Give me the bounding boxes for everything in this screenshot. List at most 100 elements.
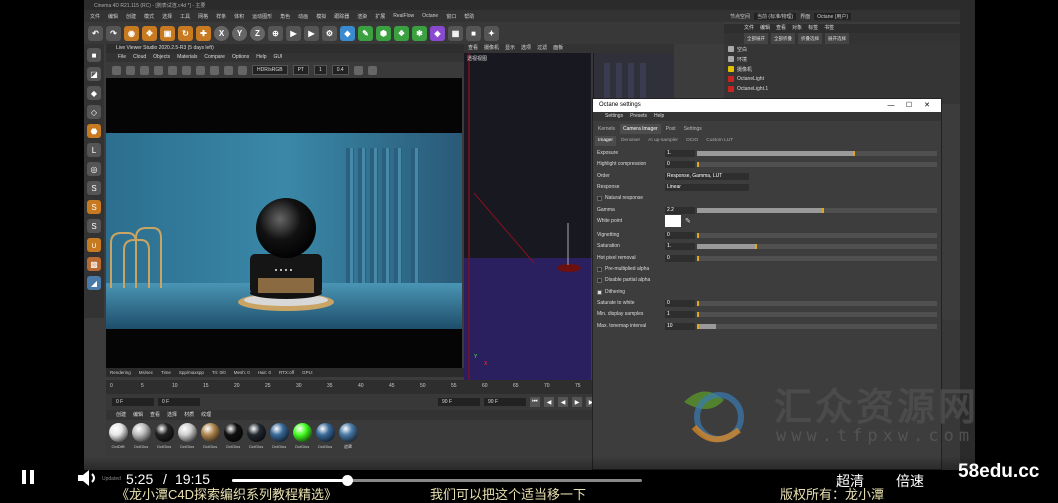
material-item[interactable]: OctGlos <box>292 420 312 456</box>
object-tab-0[interactable]: 全部展开 <box>744 33 768 44</box>
pause-button[interactable] <box>20 467 36 489</box>
object-tab-3[interactable]: 展开选择 <box>825 33 849 44</box>
speed-button[interactable]: 倍速 <box>896 471 924 491</box>
axis-y-button[interactable]: Y <box>232 25 247 41</box>
checkbox[interactable] <box>597 278 602 284</box>
value2-field[interactable]: 0.4 <box>331 65 349 75</box>
cloner-icon[interactable]: ❖ <box>394 25 409 41</box>
s-icon-3[interactable]: S <box>87 219 101 233</box>
material-menu-item-4[interactable]: 材质 <box>184 410 194 420</box>
cube-icon[interactable]: ◆ <box>340 25 355 41</box>
checkbox[interactable] <box>597 267 602 272</box>
lv-menu-item-4[interactable]: Compare <box>204 53 225 62</box>
menu-item-9[interactable]: 运动图形 <box>252 13 272 20</box>
value1-field[interactable]: 1 <box>313 65 327 75</box>
octane-menu-item-1[interactable]: Presets <box>630 112 647 121</box>
menu-item-11[interactable]: 动画 <box>298 13 308 20</box>
menu-item-5[interactable]: 工具 <box>180 13 190 20</box>
octane-tab-1[interactable]: Camera Imager <box>619 124 661 134</box>
param-slider[interactable] <box>697 244 937 250</box>
material-menu-item-2[interactable]: 查看 <box>150 410 160 420</box>
menu-item-2[interactable]: 创建 <box>126 13 136 20</box>
menu-item-7[interactable]: 样条 <box>216 13 226 20</box>
menu-item-14[interactable]: 渲染 <box>357 13 367 20</box>
snapshot-icon[interactable] <box>353 65 363 75</box>
object-row[interactable]: 空白 <box>724 44 960 54</box>
colorspace-select[interactable]: HDR/sRGB <box>252 65 288 75</box>
lv-menu-item-2[interactable]: Objects <box>153 53 170 62</box>
lv-menu-item-5[interactable]: Options <box>232 53 249 62</box>
frame-current-field[interactable]: 0 F <box>158 398 200 406</box>
field-icon[interactable]: ◈ <box>430 25 445 41</box>
edges-mode-icon[interactable]: ◇ <box>87 105 101 119</box>
viewport-menu-item-4[interactable]: 过滤 <box>537 44 547 53</box>
param-value-field[interactable]: 1 <box>665 311 695 319</box>
lock-icon[interactable] <box>168 65 177 75</box>
material-menu-item-3[interactable]: 选择 <box>167 410 177 420</box>
octane-subtab-2[interactable]: AI up-sampler <box>645 136 681 146</box>
stop-icon[interactable] <box>154 65 163 75</box>
layout-select[interactable]: Octane (用户) <box>814 12 851 20</box>
render-view-icon[interactable]: ▶ <box>286 25 301 41</box>
timeline-ruler[interactable]: 0 5 10 15 20 25 30 35 40 45 50 55 60 65 70 75 <box>106 380 676 394</box>
render-settings-icon[interactable]: ⚙ <box>322 25 337 41</box>
channel-icon[interactable] <box>238 65 247 75</box>
redo-icon[interactable]: ↷ <box>106 25 121 41</box>
material-item[interactable]: OctGlos <box>177 420 197 456</box>
param-dropdown[interactable]: Linear <box>665 183 749 191</box>
object-row[interactable]: 环境 <box>724 54 960 64</box>
lv-menu-item-3[interactable]: Materials <box>177 53 197 62</box>
material-item[interactable]: OctGlos <box>154 420 174 456</box>
param-value-field[interactable]: 0 <box>665 299 695 307</box>
minimize-icon[interactable]: — <box>883 99 899 112</box>
focus-icon[interactable] <box>196 65 205 75</box>
octane-subtab-0[interactable]: Imager <box>595 136 616 146</box>
material-item[interactable]: 遮罩 <box>338 420 358 456</box>
lv-menu-item-1[interactable]: Cloud <box>133 53 146 62</box>
viewport-menu-item-0[interactable]: 查看 <box>468 44 478 53</box>
snap-icon[interactable]: ◎ <box>87 162 101 176</box>
param-slider[interactable] <box>697 323 937 329</box>
points-mode-icon[interactable]: ◆ <box>87 86 101 100</box>
axis-z-button[interactable]: Z <box>250 25 265 41</box>
param-value-field[interactable]: 0 <box>665 232 695 240</box>
world-coord-icon[interactable]: ⊕ <box>268 25 283 41</box>
object-tab-1[interactable]: 全部折叠 <box>771 33 795 44</box>
viewport-menu-item-5[interactable]: 面板 <box>553 44 563 53</box>
param-slider[interactable] <box>697 207 937 213</box>
live-select-icon[interactable]: ◉ <box>124 25 139 41</box>
checkbox[interactable] <box>597 289 602 295</box>
subdivide-icon[interactable]: ⬢ <box>376 25 391 41</box>
object-row[interactable]: 摄像机 <box>724 64 960 74</box>
material-item[interactable]: OctGlos <box>200 420 220 456</box>
material-menu-item-0[interactable]: 创建 <box>116 410 126 420</box>
kernel-mode-select[interactable]: PT <box>292 65 309 75</box>
param-dropdown[interactable]: Response, Gamma, LUT <box>665 172 749 180</box>
param-slider[interactable] <box>697 312 937 318</box>
object-menu-item-0[interactable]: 文件 <box>744 24 754 33</box>
lv-menu-item-7[interactable]: GUI <box>274 53 283 62</box>
render-picture-icon[interactable]: ▶ <box>304 25 319 41</box>
go-start-icon[interactable]: ⏮ <box>530 397 540 407</box>
object-menu-item-2[interactable]: 查看 <box>776 24 786 33</box>
s-icon-2[interactable]: S <box>87 200 101 214</box>
texture-mode-icon[interactable]: ◪ <box>87 67 101 81</box>
magnet-icon[interactable]: ∪ <box>87 238 101 252</box>
scale-icon[interactable]: ▣ <box>160 25 175 41</box>
menu-item-18[interactable]: 窗口 <box>446 13 456 20</box>
compare-icon[interactable] <box>224 65 233 75</box>
pen-icon[interactable]: ✎ <box>358 25 373 41</box>
viewport-menu-item-1[interactable]: 摄像机 <box>484 44 499 53</box>
save-icon[interactable] <box>367 65 377 75</box>
param-value-field[interactable]: 0 <box>665 254 695 262</box>
param-slider[interactable] <box>697 233 937 239</box>
region-icon[interactable] <box>182 65 191 75</box>
octane-subtab-3[interactable]: OCIO <box>683 136 701 146</box>
play-icon[interactable] <box>112 65 121 75</box>
play-back-icon[interactable]: ◀ <box>558 397 568 407</box>
material-item[interactable]: OctGlos <box>315 420 335 456</box>
polygons-mode-icon[interactable]: ⬣ <box>87 124 101 138</box>
menu-item-1[interactable]: 编辑 <box>108 13 118 20</box>
frame-start-field[interactable]: 0 F <box>112 398 154 406</box>
material-menu-item-1[interactable]: 编辑 <box>133 410 143 420</box>
